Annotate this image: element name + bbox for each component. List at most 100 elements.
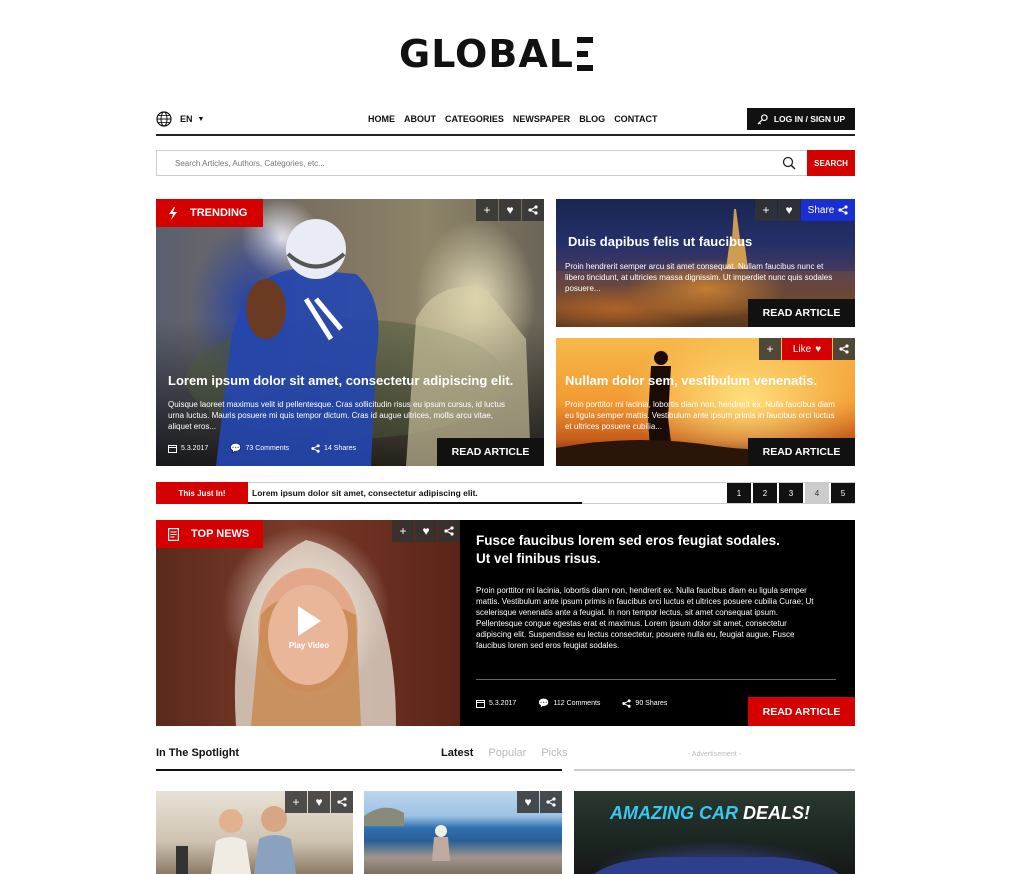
comment-icon: 💬 bbox=[538, 698, 550, 708]
share-icon[interactable] bbox=[331, 791, 353, 813]
news-ticker: This Just In! Lorem ipsum dolor sit amet… bbox=[156, 482, 855, 504]
bolt-icon bbox=[169, 206, 177, 220]
add-icon[interactable]: + bbox=[476, 199, 498, 221]
trending-label: TRENDING bbox=[190, 207, 248, 219]
spotlight-card-beach[interactable]: ♥ bbox=[364, 791, 562, 874]
newspaper-icon bbox=[168, 527, 179, 541]
add-icon[interactable]: + bbox=[759, 338, 781, 360]
city-title[interactable]: Duis dapibus felis ut faucibus bbox=[568, 234, 848, 249]
city-actions: + ♥ Share bbox=[754, 199, 855, 221]
nav-item-contact[interactable]: CONTACT bbox=[614, 114, 657, 124]
trending-comments[interactable]: 73 Comments bbox=[245, 445, 289, 452]
pager-item[interactable]: 3 bbox=[779, 483, 803, 503]
top-news-title-line2: Ut vel finibus risus. bbox=[476, 551, 601, 566]
trending-title[interactable]: Lorem ipsum dolor sit amet, consectetur … bbox=[168, 373, 538, 388]
spotlight-header: In The Spotlight Latest Popular Picks bbox=[156, 747, 568, 771]
comment-icon: 💬 bbox=[230, 443, 242, 453]
tab-picks[interactable]: Picks bbox=[541, 747, 567, 759]
heart-icon[interactable]: ♥ bbox=[415, 520, 437, 542]
share-icon bbox=[311, 444, 320, 453]
top-news-comments[interactable]: 112 Comments bbox=[553, 700, 600, 707]
advertisement-banner[interactable]: AMAZING CAR DEALS! bbox=[574, 791, 855, 874]
top-news-date: 5.3.2017 bbox=[489, 700, 517, 707]
ticker-headline[interactable]: Lorem ipsum dolor sit amet, consectetur … bbox=[252, 488, 478, 498]
share-icon[interactable] bbox=[833, 338, 855, 360]
nav-item-home[interactable]: HOME bbox=[368, 114, 395, 124]
heart-icon[interactable]: ♥ bbox=[308, 791, 330, 813]
search-icon[interactable] bbox=[777, 156, 801, 170]
share-button[interactable]: Share bbox=[801, 199, 855, 221]
language-label: EN bbox=[180, 114, 193, 124]
like-label: Like bbox=[792, 343, 812, 355]
calendar-icon bbox=[476, 700, 485, 708]
top-news-video[interactable]: TOP NEWS + ♥ Play Video bbox=[156, 520, 460, 726]
advertisement-label: - Advertisement - bbox=[688, 751, 741, 758]
trending-card[interactable]: TRENDING + ♥ Lorem ipsum dolor sit amet,… bbox=[156, 199, 544, 466]
top-news-divider bbox=[476, 679, 836, 680]
ticker-progress bbox=[248, 502, 582, 504]
trending-read-button[interactable]: READ ARTICLE bbox=[437, 438, 544, 466]
heart-icon[interactable]: ♥ bbox=[499, 199, 521, 221]
like-button[interactable]: Like ♥ bbox=[782, 338, 832, 360]
add-icon[interactable]: + bbox=[392, 520, 414, 542]
top-news-section: TOP NEWS + ♥ Play Video Fusce faucibus l… bbox=[156, 520, 855, 726]
globe-icon bbox=[156, 111, 172, 127]
sunset-excerpt: Proin porttitor mi lacinia, lobortis dia… bbox=[565, 400, 835, 431]
play-label: Play Video bbox=[288, 641, 330, 650]
nav-item-newspaper[interactable]: NEWSPAPER bbox=[513, 114, 570, 124]
city-read-button[interactable]: READ ARTICLE bbox=[748, 299, 855, 327]
top-news-tag: TOP NEWS bbox=[156, 520, 263, 548]
logo-text: GLOBAL bbox=[399, 32, 574, 76]
trending-shares[interactable]: 14 Shares bbox=[324, 445, 356, 452]
chevron-down-icon: ▼ bbox=[197, 115, 205, 123]
top-news-title[interactable]: Fusce faucibus lorem sed eros feugiat so… bbox=[476, 532, 846, 568]
search-input[interactable] bbox=[157, 151, 777, 175]
nav-item-about[interactable]: ABOUT bbox=[404, 114, 436, 124]
site-logo[interactable]: GLOBAL bbox=[399, 33, 593, 75]
car-image bbox=[594, 857, 839, 874]
advertisement-header: - Advertisement - bbox=[574, 747, 855, 771]
nav-item-blog[interactable]: BLOG bbox=[579, 114, 605, 124]
city-card[interactable]: + ♥ Share Duis dapibus felis ut faucibus… bbox=[556, 199, 855, 327]
pager-item-active[interactable]: 4 bbox=[805, 483, 829, 503]
language-selector[interactable]: EN ▼ bbox=[156, 111, 204, 127]
pager-item[interactable]: 2 bbox=[753, 483, 777, 503]
top-news-meta: 5.3.2017 💬 112 Comments 90 Shares bbox=[476, 698, 667, 709]
trending-tag: TRENDING bbox=[156, 199, 263, 227]
tab-popular[interactable]: Popular bbox=[488, 747, 526, 759]
top-news-shares[interactable]: 90 Shares bbox=[635, 700, 667, 707]
sunset-read-button[interactable]: READ ARTICLE bbox=[748, 438, 855, 466]
add-icon[interactable]: + bbox=[755, 199, 777, 221]
calendar-icon bbox=[168, 445, 177, 453]
top-news-label: TOP NEWS bbox=[191, 528, 250, 540]
share-icon bbox=[622, 699, 632, 708]
sunset-card[interactable]: + Like ♥ Nullam dolor sem, vestibulum ve… bbox=[556, 338, 855, 466]
pager-item[interactable]: 1 bbox=[727, 483, 751, 503]
top-news-body: Proin porttitor mi lacinia, lobortis dia… bbox=[476, 586, 814, 650]
ticker-pager: 1 2 3 4 5 bbox=[727, 483, 855, 503]
nav-item-categories[interactable]: CATEGORIES bbox=[445, 114, 504, 124]
top-news-read-button[interactable]: READ ARTICLE bbox=[748, 697, 855, 726]
nav-menu: HOME ABOUT CATEGORIES NEWSPAPER BLOG CON… bbox=[368, 114, 658, 124]
heart-icon: ♥ bbox=[815, 343, 822, 355]
trending-date: 5.3.2017 bbox=[181, 445, 209, 452]
pager-item[interactable]: 5 bbox=[831, 483, 855, 503]
search-bar: SEARCH bbox=[156, 150, 855, 176]
share-icon[interactable] bbox=[438, 520, 460, 542]
tab-latest[interactable]: Latest bbox=[441, 747, 473, 759]
login-button[interactable]: LOG IN / SIGN UP bbox=[747, 108, 855, 130]
share-icon[interactable] bbox=[522, 199, 544, 221]
spotlight-title: In The Spotlight bbox=[156, 747, 240, 759]
heart-icon[interactable]: ♥ bbox=[517, 791, 539, 813]
play-icon bbox=[298, 606, 321, 636]
spotlight-card-kitchen[interactable]: + ♥ bbox=[156, 791, 353, 874]
add-icon[interactable]: + bbox=[285, 791, 307, 813]
key-icon bbox=[757, 113, 768, 125]
heart-icon[interactable]: ♥ bbox=[778, 199, 800, 221]
sunset-title[interactable]: Nullam dolor sem, vestibulum venenatis. bbox=[565, 373, 850, 388]
search-button[interactable]: SEARCH bbox=[807, 150, 855, 176]
play-button[interactable]: Play Video bbox=[281, 605, 337, 661]
share-icon[interactable] bbox=[540, 791, 562, 813]
main-nav: EN ▼ HOME ABOUT CATEGORIES NEWSPAPER BLO… bbox=[156, 106, 855, 136]
spotlight-tabs: Latest Popular Picks bbox=[441, 747, 568, 759]
